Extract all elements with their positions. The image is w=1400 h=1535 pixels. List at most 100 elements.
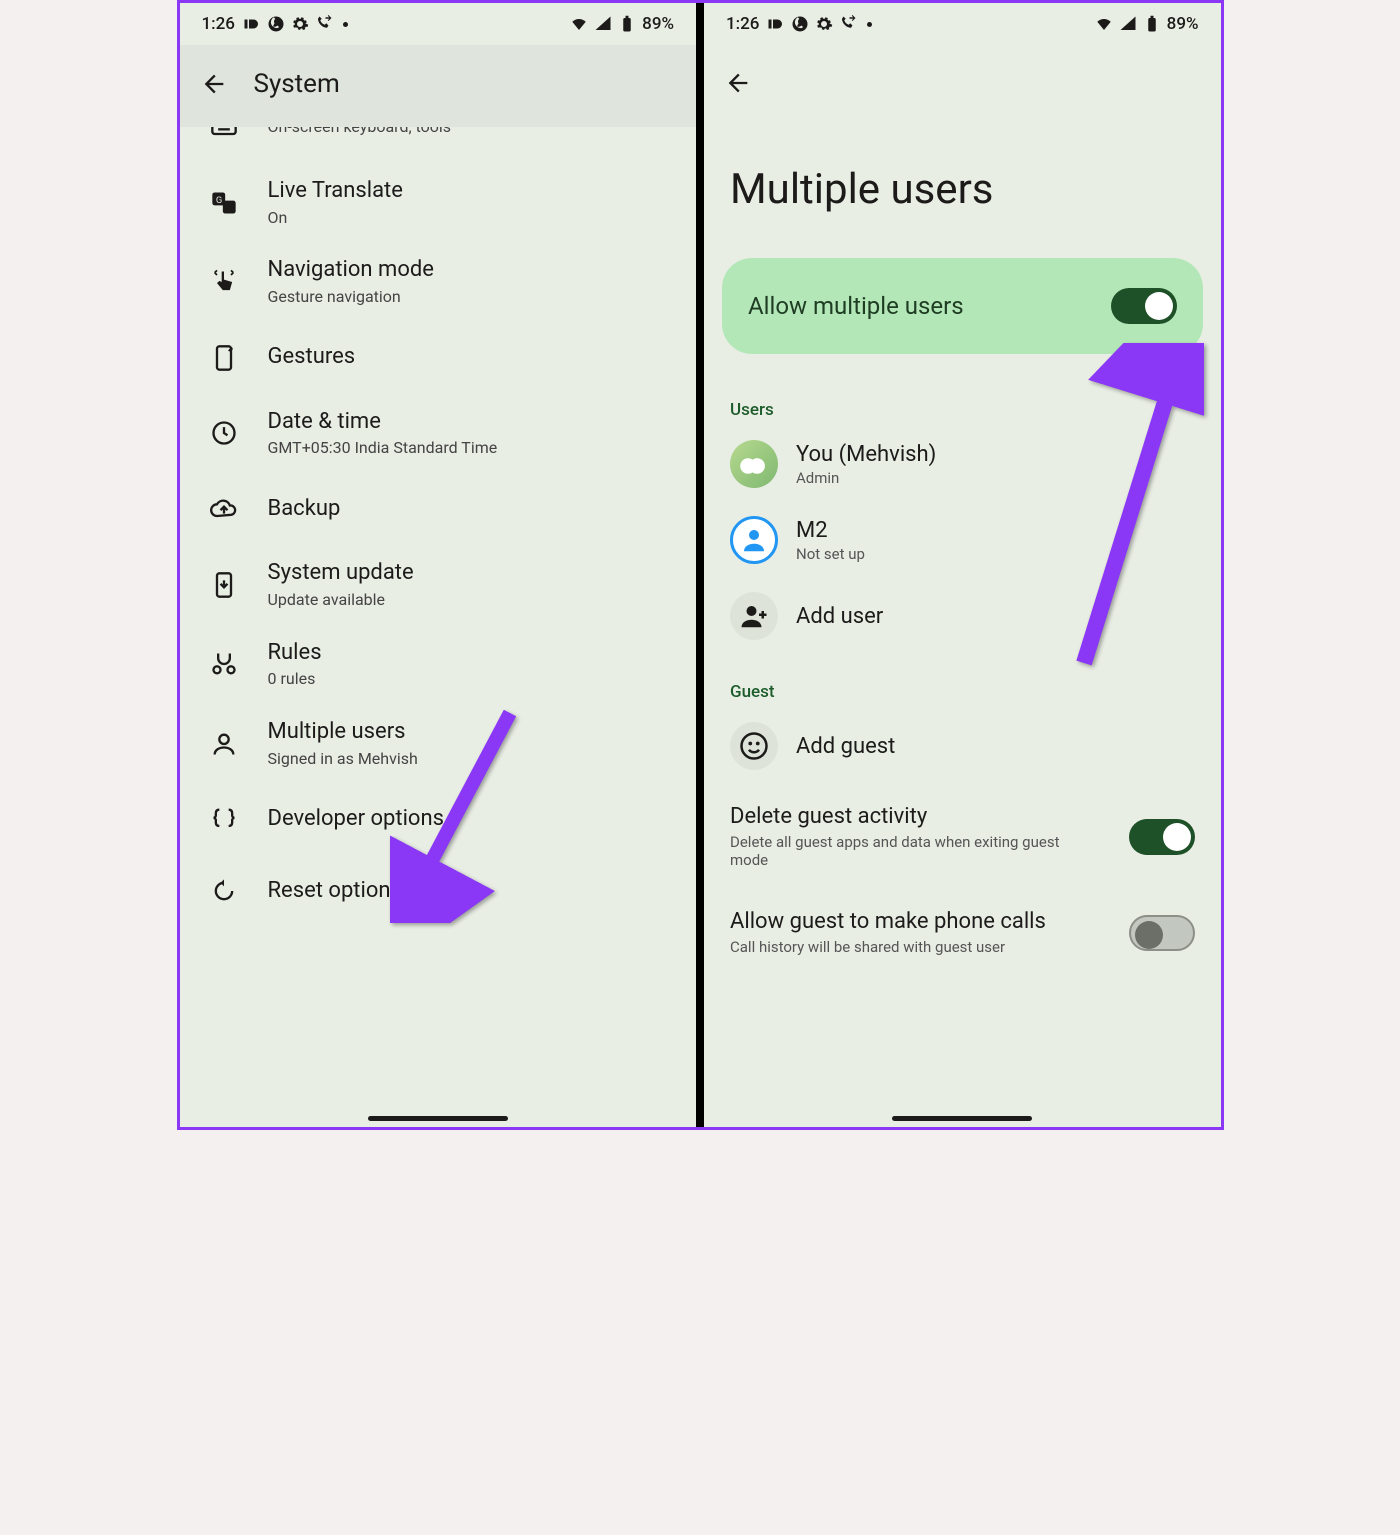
clock-icon xyxy=(202,411,246,455)
back-button[interactable] xyxy=(200,70,228,98)
row-live-translate[interactable]: G Live Translate On xyxy=(180,163,697,242)
phone-left-system-settings: 1:26 89% System xyxy=(180,3,701,1127)
battery-icon xyxy=(618,15,636,33)
dot-icon xyxy=(343,22,348,27)
allow-multiple-users-card[interactable]: Allow multiple users xyxy=(722,258,1203,354)
status-right-icons: 89% xyxy=(570,14,674,34)
phone-circle-icon xyxy=(267,15,285,33)
user-row-you[interactable]: You (Mehvish) Admin xyxy=(704,426,1221,502)
delete-guest-switch[interactable] xyxy=(1129,819,1195,855)
settings-list[interactable]: On-screen keyboard, tools G Live Transla… xyxy=(180,127,697,1127)
two-phone-comparison: 1:26 89% System xyxy=(177,0,1224,1130)
row-title: Developer options xyxy=(268,805,675,834)
row-navigation-mode[interactable]: Navigation mode Gesture navigation xyxy=(180,242,697,321)
user-title: M2 xyxy=(796,518,865,543)
row-multiple-users[interactable]: Multiple users Signed in as Mehvish xyxy=(180,704,697,783)
status-bar: 1:26 89% xyxy=(180,3,697,45)
row-title: Navigation mode xyxy=(268,256,675,285)
gesture-phone-icon xyxy=(202,336,246,380)
status-bar: 1:26 89% xyxy=(704,3,1221,45)
setting-title: Delete guest activity xyxy=(730,804,1113,829)
row-sub: On-screen keyboard, tools xyxy=(268,127,675,137)
id-icon xyxy=(243,15,261,33)
row-title: Reset options xyxy=(268,877,675,906)
gesture-nav-bar[interactable] xyxy=(892,1116,1032,1121)
section-users-label: Users xyxy=(704,372,1221,426)
call-forward-icon xyxy=(315,15,333,33)
guest-icon xyxy=(730,722,778,770)
row-developer-options[interactable]: Developer options xyxy=(180,783,697,855)
row-sub: On xyxy=(268,208,675,229)
wifi-icon xyxy=(1095,15,1113,33)
setting-sub: Delete all guest apps and data when exit… xyxy=(730,833,1080,869)
gear-icon xyxy=(291,15,309,33)
swipe-icon xyxy=(202,260,246,304)
status-notification-icons xyxy=(243,15,348,33)
update-phone-icon xyxy=(202,563,246,607)
phone-right-multiple-users: 1:26 89% Multiple users xyxy=(700,3,1221,1127)
row-gestures[interactable]: Gestures xyxy=(180,322,697,394)
row-rules[interactable]: Rules 0 rules xyxy=(180,625,697,704)
add-user-icon xyxy=(730,592,778,640)
row-title: Rules xyxy=(268,639,675,668)
row-title: Backup xyxy=(268,495,675,524)
user-title: Add user xyxy=(796,604,883,629)
setting-title: Allow guest to make phone calls xyxy=(730,909,1113,934)
status-time: 1:26 xyxy=(726,14,759,34)
call-forward-icon xyxy=(839,15,857,33)
row-reset-options[interactable]: Reset options xyxy=(180,855,697,927)
user-title: You (Mehvish) xyxy=(796,442,936,467)
keyboard-icon xyxy=(202,127,246,149)
signal-icon xyxy=(1119,15,1137,33)
status-battery-text: 89% xyxy=(642,14,674,34)
allow-multiple-users-switch[interactable] xyxy=(1111,288,1177,324)
row-system-update[interactable]: System update Update available xyxy=(180,545,697,624)
row-title: Date & time xyxy=(268,408,675,437)
avatar-m2 xyxy=(730,516,778,564)
add-guest-row[interactable]: Add guest xyxy=(704,708,1221,784)
phone-circle-icon xyxy=(791,15,809,33)
row-sub: Signed in as Mehvish xyxy=(268,749,675,770)
rules-icon xyxy=(202,642,246,686)
delete-guest-activity-row[interactable]: Delete guest activity Delete all guest a… xyxy=(704,784,1221,889)
reset-icon xyxy=(202,869,246,913)
battery-icon xyxy=(1143,15,1161,33)
row-backup[interactable]: Backup xyxy=(180,473,697,545)
dot-icon xyxy=(867,22,872,27)
user-row-m2[interactable]: M2 Not set up xyxy=(704,502,1221,578)
status-time: 1:26 xyxy=(202,14,235,34)
row-keyboard[interactable]: On-screen keyboard, tools xyxy=(180,127,697,163)
translate-icon: G xyxy=(202,181,246,225)
status-notification-icons xyxy=(767,15,872,33)
signal-icon xyxy=(594,15,612,33)
back-button[interactable] xyxy=(724,69,752,97)
row-title: Gestures xyxy=(268,343,675,372)
add-user-row[interactable]: Add user xyxy=(704,578,1221,654)
row-sub: Gesture navigation xyxy=(268,287,675,308)
id-icon xyxy=(767,15,785,33)
guest-calls-switch[interactable] xyxy=(1129,915,1195,951)
svg-text:G: G xyxy=(215,195,221,206)
avatar-you xyxy=(730,440,778,488)
page-title: Multiple users xyxy=(704,105,1221,258)
row-sub: Update available xyxy=(268,590,675,611)
page-title: System xyxy=(254,69,340,99)
row-date-time[interactable]: Date & time GMT+05:30 India Standard Tim… xyxy=(180,394,697,473)
status-battery-text: 89% xyxy=(1167,14,1199,34)
user-sub: Not set up xyxy=(796,545,865,563)
status-right-icons: 89% xyxy=(1095,14,1199,34)
gesture-nav-bar[interactable] xyxy=(368,1116,508,1121)
section-guest-label: Guest xyxy=(704,654,1221,708)
app-bar: System xyxy=(180,45,697,127)
guest-phone-calls-row[interactable]: Allow guest to make phone calls Call his… xyxy=(704,889,1221,976)
gear-icon xyxy=(815,15,833,33)
setting-sub: Call history will be shared with guest u… xyxy=(730,938,1080,956)
cloud-upload-icon xyxy=(202,487,246,531)
toggle-label: Allow multiple users xyxy=(748,292,964,320)
wifi-icon xyxy=(570,15,588,33)
person-icon xyxy=(202,722,246,766)
guest-title: Add guest xyxy=(796,734,895,759)
row-sub: GMT+05:30 India Standard Time xyxy=(268,438,675,459)
braces-icon xyxy=(202,797,246,841)
row-title: Live Translate xyxy=(268,177,675,206)
